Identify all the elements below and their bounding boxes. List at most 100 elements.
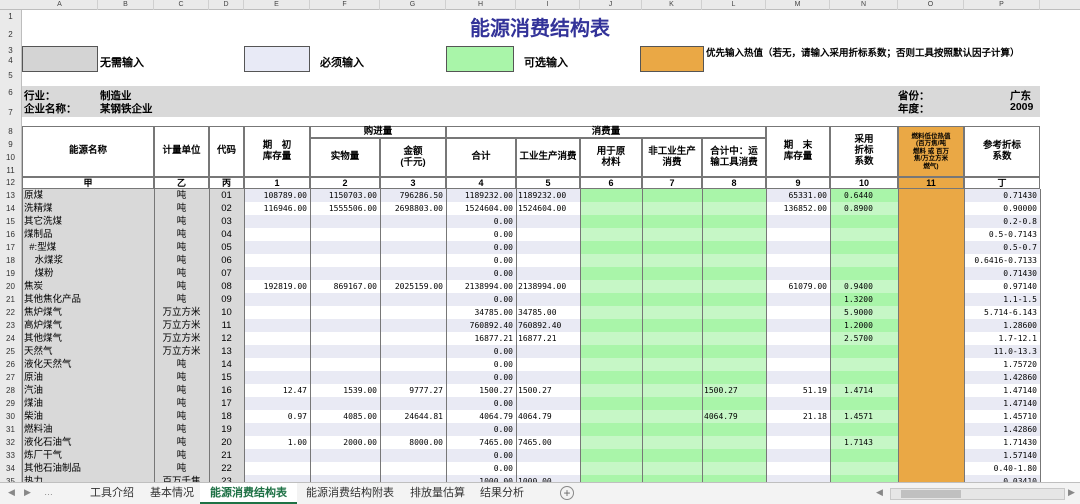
ref-cell[interactable]: 0.5-0.7143 [964,228,1040,241]
closing-cell[interactable] [766,306,830,319]
ref-cell[interactable]: 11.0-13.3 [964,345,1040,358]
conv-cell[interactable] [830,254,898,267]
ref-cell[interactable]: 1.57140 [964,449,1040,462]
closing-cell[interactable] [766,449,830,462]
industrial-cell[interactable] [516,358,580,371]
heat-value-cell[interactable] [899,423,964,436]
transport-cell[interactable] [702,397,766,410]
column-header[interactable]: D [209,0,244,10]
industrial-cell[interactable] [516,371,580,384]
total-cell[interactable]: 2138994.00 [446,280,516,293]
closing-cell[interactable] [766,371,830,384]
column-header[interactable]: I [516,0,580,10]
optional-input-cell[interactable] [581,462,642,475]
heat-value-cell[interactable] [899,306,964,319]
row-number[interactable]: 2 [0,24,22,46]
heat-value-cell[interactable] [899,202,964,215]
amount-cell[interactable] [380,319,446,332]
conv-cell[interactable] [830,371,898,384]
total-cell[interactable]: 1524604.00 [446,202,516,215]
column-header[interactable]: B [98,0,154,10]
industrial-cell[interactable]: 2138994.00 [516,280,580,293]
column-header[interactable]: L [702,0,766,10]
row-number[interactable]: 7 [0,100,22,126]
row-number[interactable]: 20 [0,280,22,293]
transport-cell[interactable] [702,462,766,475]
heat-value-cell[interactable] [899,358,964,371]
closing-cell[interactable] [766,436,830,449]
row-number[interactable]: 15 [0,215,22,228]
conv-cell[interactable] [830,397,898,410]
heat-value-cell[interactable] [899,332,964,345]
optional-input-cell[interactable] [581,306,642,319]
optional-input-cell[interactable] [581,449,642,462]
opening-cell[interactable]: 12.47 [244,384,310,397]
industrial-cell[interactable]: 16877.21 [516,332,580,345]
conv-cell[interactable] [830,345,898,358]
industrial-cell[interactable] [516,267,580,280]
transport-cell[interactable] [702,345,766,358]
ref-cell[interactable]: 1.7-12.1 [964,332,1040,345]
industrial-cell[interactable] [516,254,580,267]
heat-value-cell[interactable] [899,345,964,358]
opening-cell[interactable] [244,293,310,306]
optional-input-cell[interactable] [643,384,702,397]
optional-input-cell[interactable] [643,280,702,293]
row-number[interactable]: 8 [0,126,22,138]
heat-value-cell[interactable] [899,215,964,228]
row-number[interactable]: 6 [0,86,22,100]
amount-cell[interactable]: 2698803.00 [380,202,446,215]
optional-input-cell[interactable] [581,189,642,202]
optional-input-cell[interactable] [643,358,702,371]
industrial-cell[interactable] [516,462,580,475]
total-cell[interactable]: 0.00 [446,267,516,280]
heat-value-cell[interactable] [899,397,964,410]
column-header[interactable]: E [244,0,310,10]
industrial-cell[interactable] [516,215,580,228]
physical-cell[interactable] [310,254,380,267]
row-number[interactable]: 12 [0,177,22,189]
conv-cell[interactable] [830,462,898,475]
heat-value-cell[interactable] [899,371,964,384]
heat-value-cell[interactable] [899,475,964,482]
row-number[interactable]: 34 [0,462,22,475]
optional-input-cell[interactable] [581,436,642,449]
closing-cell[interactable] [766,254,830,267]
industrial-cell[interactable] [516,228,580,241]
industrial-cell[interactable]: 760892.40 [516,319,580,332]
closing-cell[interactable] [766,241,830,254]
physical-cell[interactable] [310,358,380,371]
row-number[interactable]: 13 [0,189,22,202]
optional-input-cell[interactable] [643,306,702,319]
amount-cell[interactable] [380,293,446,306]
transport-cell[interactable] [702,215,766,228]
closing-cell[interactable] [766,228,830,241]
opening-cell[interactable] [244,306,310,319]
conv-cell[interactable]: 0.9400 [830,280,898,293]
optional-input-cell[interactable] [643,202,702,215]
heat-value-cell[interactable] [899,241,964,254]
total-cell[interactable]: 0.00 [446,254,516,267]
column-header[interactable]: A [22,0,98,10]
optional-input-cell[interactable] [643,371,702,384]
row-number[interactable]: 22 [0,306,22,319]
optional-input-cell[interactable] [581,319,642,332]
physical-cell[interactable] [310,228,380,241]
transport-cell[interactable] [702,228,766,241]
sheet-tab[interactable]: 工具介绍 [80,483,144,504]
heat-value-cell[interactable] [899,280,964,293]
sheet-tab[interactable]: 排放量估算 [400,483,475,504]
optional-input-cell[interactable] [643,254,702,267]
sheet-tab[interactable]: 结果分析 [470,483,534,504]
opening-cell[interactable]: 1.00 [244,436,310,449]
ref-cell[interactable]: 1.42860 [964,423,1040,436]
amount-cell[interactable] [380,475,446,482]
total-cell[interactable]: 0.00 [446,449,516,462]
optional-input-cell[interactable] [581,202,642,215]
optional-input-cell[interactable] [643,475,702,482]
conv-cell[interactable] [830,475,898,482]
industrial-cell[interactable]: 1189232.00 [516,189,580,202]
hscroll-right-icon[interactable]: ▶ [1068,487,1075,498]
opening-cell[interactable] [244,371,310,384]
ref-cell[interactable]: 0.40-1.80 [964,462,1040,475]
